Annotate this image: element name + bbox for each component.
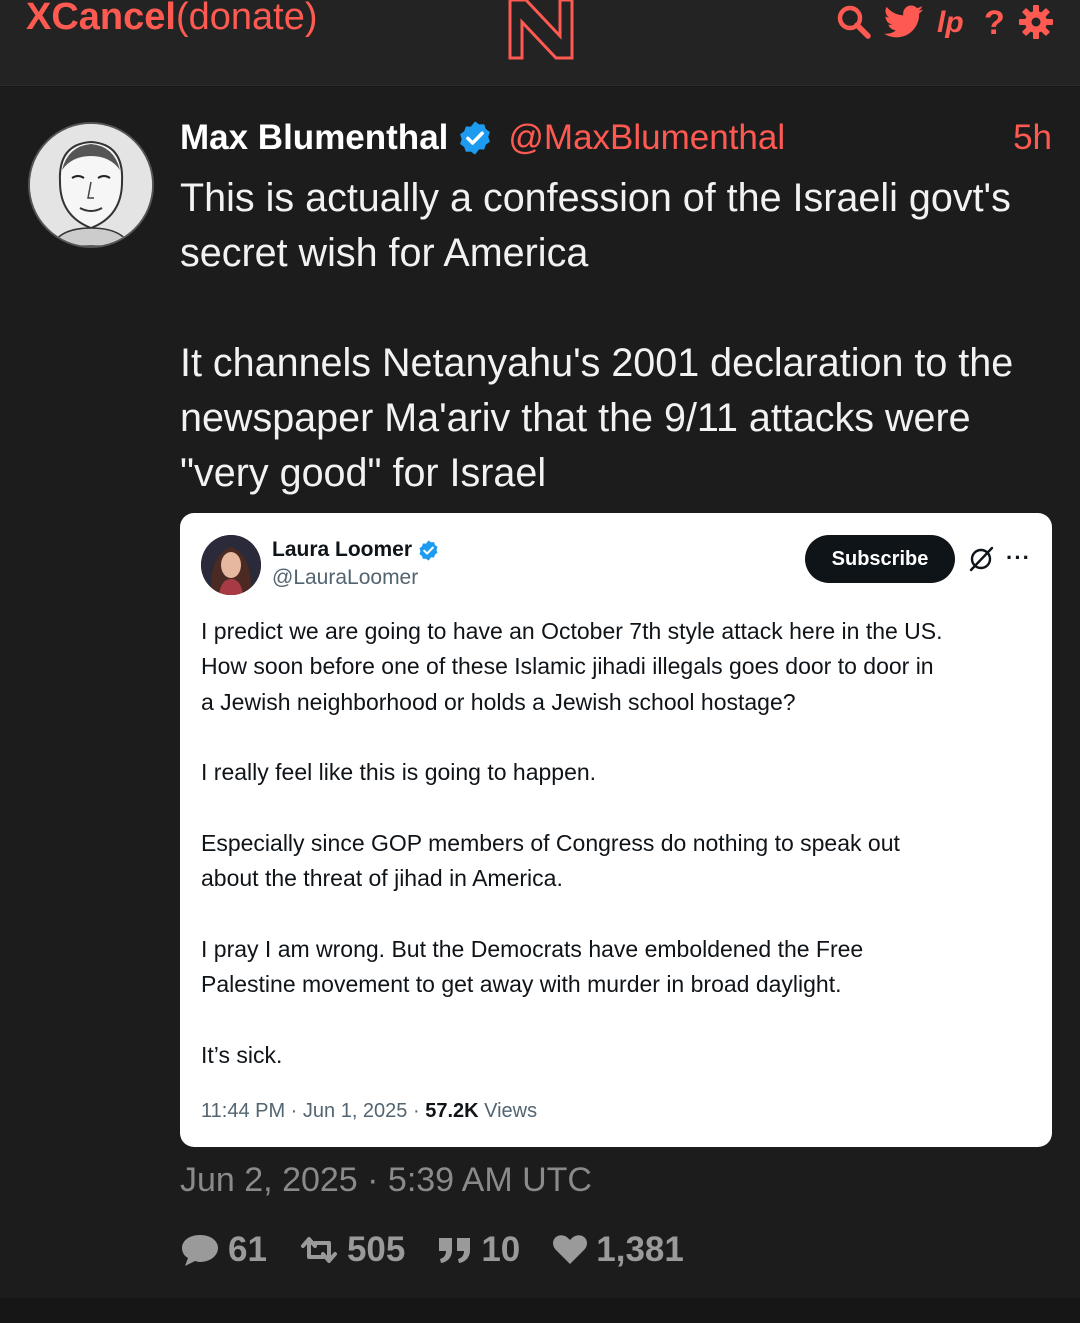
attached-image[interactable]: Laura Loomer @LauraLoomer Subscribe ··· …: [180, 513, 1052, 1147]
heart-icon: [553, 1235, 588, 1264]
author-avatar[interactable]: [28, 122, 154, 248]
tweet-body: This is actually a confession of the Isr…: [180, 171, 1050, 501]
tweet-stats: 61 505 10 1,381: [180, 1227, 716, 1273]
quoted-paragraph: Especially since GOP members of Congress…: [201, 829, 900, 892]
quoted-post-time: 11:44 PM · Jun 1, 2025 ·: [201, 1100, 426, 1122]
retweets-stat[interactable]: 505: [299, 1230, 405, 1270]
quoted-post-body: I predict we are going to have an Octobe…: [201, 614, 1037, 1073]
retweet-icon: [300, 1237, 337, 1263]
quoted-post-meta: 11:44 PM · Jun 1, 2025 · 57.2K Views: [201, 1100, 537, 1123]
twitter-bird-icon[interactable]: [884, 5, 924, 39]
avatar-sketch: [30, 124, 152, 246]
quoted-paragraph: I really feel like this is going to happ…: [201, 759, 597, 786]
search-icon[interactable]: [836, 4, 872, 40]
quotes-stat[interactable]: 10: [437, 1230, 520, 1270]
tweet-paragraph: This is actually a confession of the Isr…: [180, 176, 1011, 275]
replies-count: 61: [228, 1230, 267, 1269]
top-nav-bar: XCancel(donate) lp ?: [0, 0, 1080, 86]
quotes-count: 10: [481, 1230, 521, 1269]
tweet-paragraph: It channels Netanyahu's 2001 declaration…: [180, 341, 1014, 495]
settings-icon[interactable]: [1018, 4, 1054, 40]
quoted-author-name: Laura Loomer: [272, 538, 413, 561]
quoted-views-count: 57.2K: [425, 1100, 479, 1122]
quoted-author-handle: @LauraLoomer: [272, 566, 419, 589]
likes-count: 1,381: [596, 1230, 684, 1269]
more-options-icon: ···: [1006, 545, 1031, 570]
likes-stat[interactable]: 1,381: [552, 1230, 684, 1270]
quoted-author-avatar: [201, 535, 261, 595]
site-brand: XCancel: [26, 0, 176, 38]
replies-stat[interactable]: 61: [180, 1230, 267, 1270]
nav-icons: lp ?: [836, 2, 1054, 42]
svg-text:?: ?: [984, 4, 1005, 40]
liberapay-icon[interactable]: lp: [936, 4, 970, 40]
quoted-paragraph: I pray I am wrong. But the Democrats hav…: [201, 935, 864, 997]
quoted-paragraph: I predict we are going to have an Octobe…: [201, 618, 943, 715]
tweet: Max Blumenthal @MaxBlumenthal 5h This is…: [0, 87, 1080, 1298]
tweet-date[interactable]: Jun 2, 2025 · 5:39 AM UTC: [180, 1161, 592, 1200]
svg-text:lp: lp: [937, 6, 964, 39]
quoted-name-row: Laura Loomer: [272, 535, 440, 565]
author-name[interactable]: Max Blumenthal: [180, 118, 448, 158]
tweet-time-link[interactable]: 5h: [1013, 118, 1052, 158]
tweet-header: Max Blumenthal @MaxBlumenthal 5h: [180, 115, 1052, 161]
quoted-views-label: Views: [478, 1100, 538, 1122]
quote-icon: [439, 1238, 471, 1263]
donate-link[interactable]: (donate): [176, 0, 318, 38]
subscribe-button: Subscribe: [805, 535, 955, 583]
quoted-paragraph: It’s sick.: [201, 1041, 283, 1068]
verified-badge-icon: [419, 539, 438, 561]
comment-icon: [182, 1235, 218, 1266]
verified-badge-icon: [460, 121, 491, 155]
site-title-link[interactable]: XCancel(donate): [26, 0, 318, 39]
retweets-count: 505: [346, 1230, 406, 1269]
nitter-logo[interactable]: [506, 0, 576, 62]
help-icon[interactable]: ?: [982, 4, 1006, 40]
grok-icon: [969, 546, 994, 572]
author-handle[interactable]: @MaxBlumenthal: [508, 118, 785, 158]
